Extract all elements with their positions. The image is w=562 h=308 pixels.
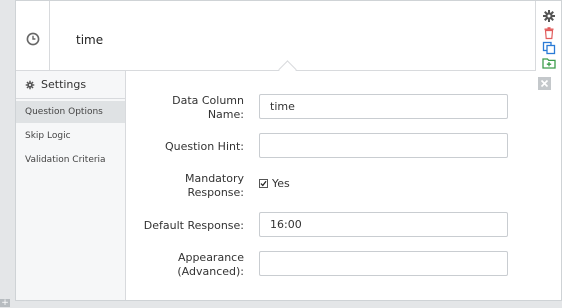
settings-title: Settings	[41, 78, 87, 91]
settings-header: Settings	[16, 71, 125, 99]
appearance-label: Appearance (Advanced):	[177, 251, 244, 278]
default-response-label: Default Response:	[143, 219, 244, 232]
trash-icon[interactable]	[542, 26, 556, 40]
copy-icon[interactable]	[542, 41, 556, 55]
settings-sidebar: Settings Question Options Skip Logic Val…	[16, 71, 126, 300]
question-type-cell	[16, 1, 50, 70]
question-panel: time Settings Question Options Skip Logi…	[15, 0, 562, 301]
clock-icon	[26, 32, 40, 46]
gear-icon[interactable]	[542, 9, 556, 23]
mandatory-checkbox[interactable]	[259, 179, 268, 188]
sidebar-item-question-options[interactable]: Question Options	[16, 101, 125, 123]
data-column-name-input[interactable]: time	[259, 94, 508, 119]
question-title: time	[76, 33, 104, 47]
close-icon	[540, 79, 549, 88]
checkmark-icon	[260, 180, 267, 187]
settings-gear-icon	[25, 80, 35, 90]
add-question-button[interactable]: +	[0, 299, 10, 308]
mandatory-response-label: Mandatory Response:	[184, 172, 244, 199]
question-hint-label: Question Hint:	[164, 140, 244, 153]
appearance-input[interactable]	[259, 251, 508, 276]
close-settings-button[interactable]	[538, 77, 551, 90]
sidebar-item-skip-logic[interactable]: Skip Logic	[16, 125, 125, 147]
sidebar-item-validation-criteria[interactable]: Validation Criteria	[16, 149, 125, 171]
question-toolbar	[535, 1, 562, 71]
mandatory-yes-label[interactable]: Yes	[272, 177, 290, 190]
data-column-name-label: Data Column Name:	[172, 94, 244, 121]
question-hint-input[interactable]	[259, 133, 508, 158]
default-response-input[interactable]: 16:00	[259, 212, 508, 237]
folder-add-icon[interactable]	[542, 56, 556, 70]
question-row[interactable]: time	[16, 1, 535, 71]
